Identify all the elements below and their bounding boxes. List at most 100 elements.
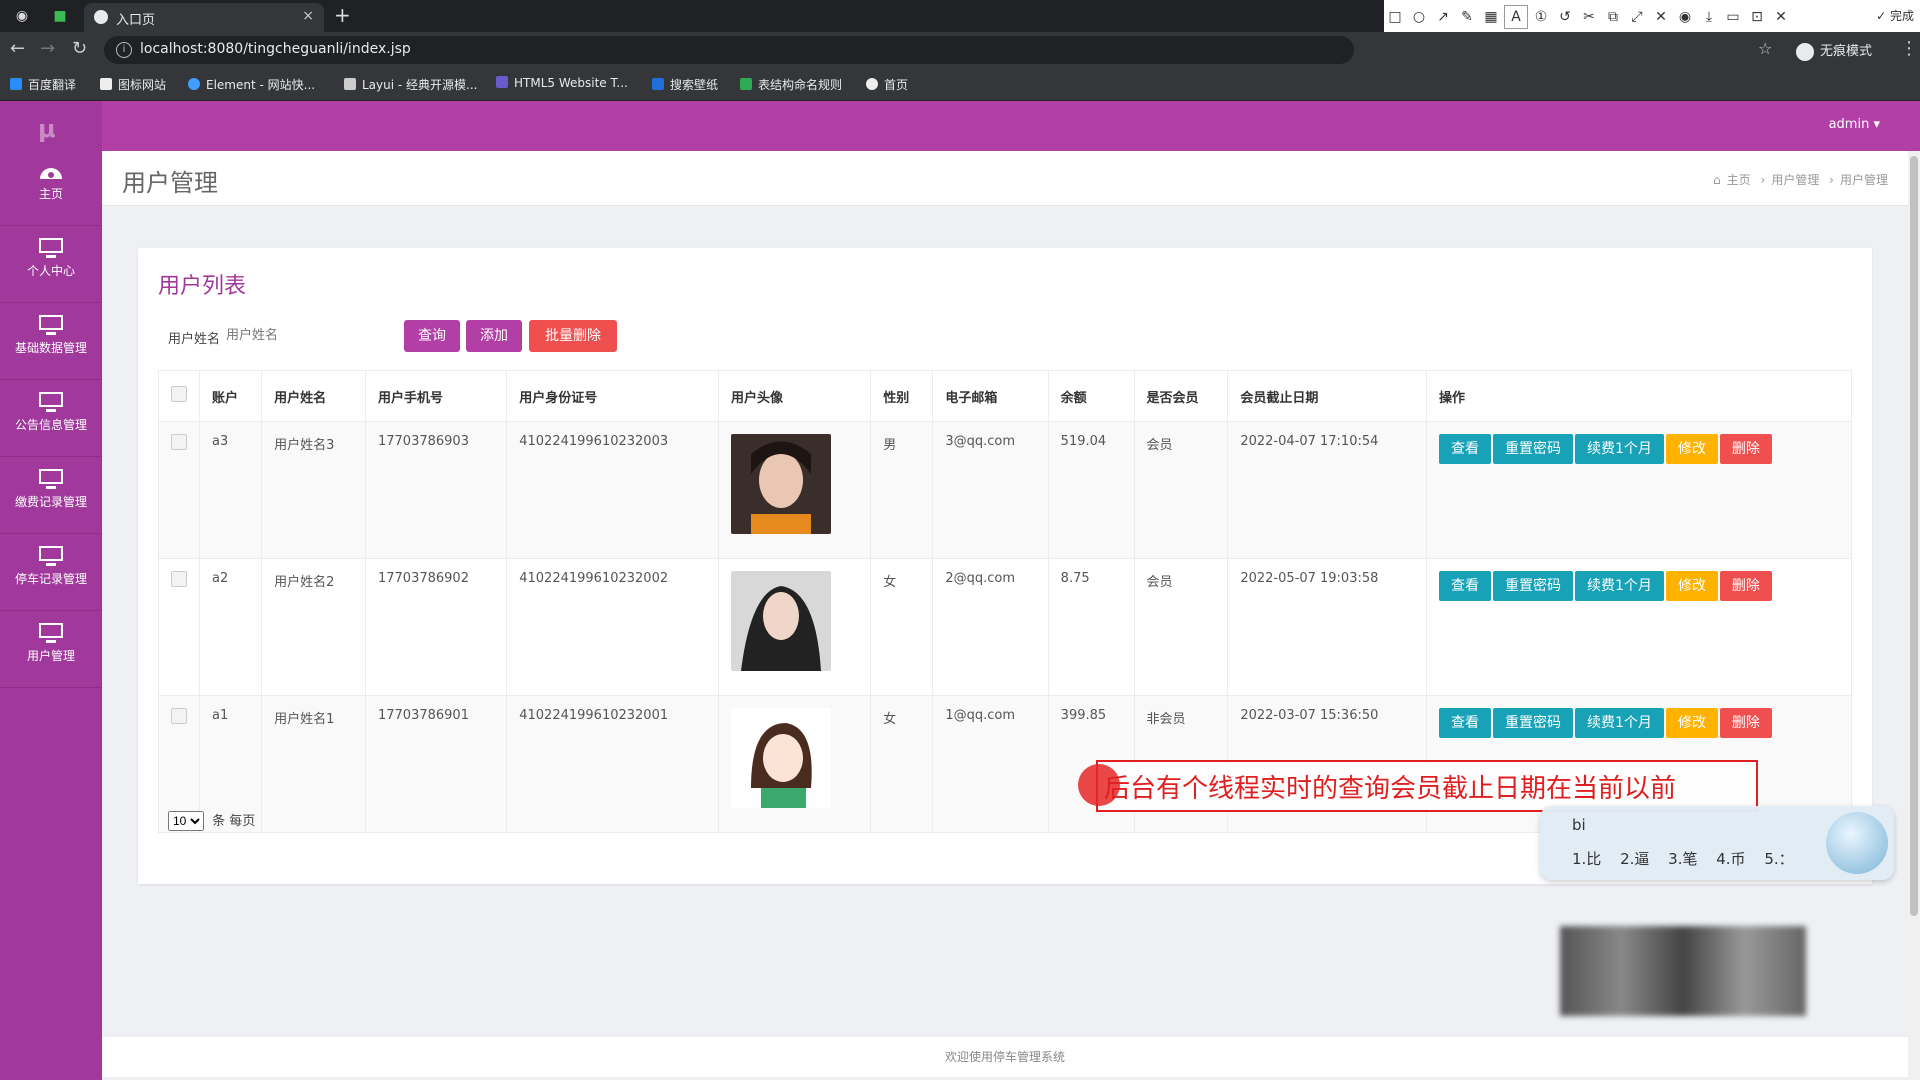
delete-button[interactable]: 删除 bbox=[1719, 434, 1772, 464]
view-button[interactable]: 查看 bbox=[1439, 708, 1491, 738]
bookmark-icon[interactable]: ⊡ bbox=[1746, 6, 1768, 28]
chevron-right-icon: › bbox=[1760, 173, 1766, 187]
sidebar-item-users[interactable]: 用户管理 bbox=[0, 611, 102, 688]
page-header: 用户管理 ⌂ 主页 › 用户管理 › 用户管理 bbox=[102, 151, 1908, 206]
user-avatar-image bbox=[731, 708, 832, 808]
copy-icon[interactable]: ⧉ bbox=[1602, 6, 1624, 28]
bookmark-item[interactable]: Layui - 经典开源模... bbox=[344, 76, 477, 93]
view-button[interactable]: 查看 bbox=[1439, 571, 1491, 601]
bookmark-item[interactable]: 搜索壁纸 bbox=[652, 76, 718, 93]
reset-password-button[interactable]: 重置密码 bbox=[1493, 434, 1573, 464]
ellipse-tool-icon[interactable]: ○ bbox=[1408, 6, 1430, 28]
bookmark-item[interactable]: HTML5 Website T... bbox=[496, 76, 628, 90]
chevron-right-icon: › bbox=[1829, 173, 1834, 187]
table-header-row: 账户 用户姓名 用户手机号 用户身份证号 用户头像 性别 电子邮箱 余额 是否会… bbox=[158, 370, 1852, 422]
id-card-cell: 410224199610232002 bbox=[506, 558, 720, 696]
bookmark-item[interactable]: 图标网站 bbox=[100, 76, 166, 93]
bookmark-star-icon[interactable]: ☆ bbox=[1758, 39, 1772, 58]
browser-menu-icon[interactable]: ◉ bbox=[12, 6, 32, 26]
edit-button[interactable]: 修改 bbox=[1665, 708, 1718, 738]
download-icon[interactable]: ⤓ bbox=[1698, 6, 1720, 28]
back-icon[interactable]: ← bbox=[10, 38, 25, 59]
email-cell: 3@qq.com bbox=[932, 421, 1049, 559]
bookmark-label: HTML5 Website T... bbox=[514, 76, 628, 90]
renew-button[interactable]: 续费1个月 bbox=[1575, 708, 1664, 738]
bookmark-item[interactable]: Element - 网站快... bbox=[188, 76, 315, 93]
delete-button[interactable]: 删除 bbox=[1719, 708, 1772, 738]
ime-candidates[interactable]: 1.比 2.逼 3.笔 4.币 5.： bbox=[1572, 848, 1794, 869]
top-bar: admin ▾ bbox=[102, 101, 1920, 151]
rectangle-tool-icon[interactable]: □ bbox=[1384, 6, 1406, 28]
bookmark-label: 首页 bbox=[884, 78, 909, 92]
cancel-icon[interactable]: ✕ bbox=[1770, 6, 1792, 28]
renew-button[interactable]: 续费1个月 bbox=[1575, 571, 1664, 601]
site-info-icon[interactable]: i bbox=[116, 42, 132, 58]
balance-cell: 8.75 bbox=[1047, 558, 1135, 696]
tab-close-icon[interactable]: × bbox=[302, 8, 314, 24]
email-cell: 2@qq.com bbox=[932, 558, 1049, 696]
name-search-input[interactable] bbox=[220, 320, 358, 350]
column-header: 余额 bbox=[1047, 370, 1135, 422]
scrollbar-thumb[interactable] bbox=[1910, 156, 1918, 916]
card-title: 用户列表 bbox=[158, 274, 247, 299]
sidebar-item-parking-records[interactable]: 停车记录管理 bbox=[0, 534, 102, 611]
pen-tool-icon[interactable]: ✎ bbox=[1456, 6, 1478, 28]
add-button[interactable]: 添加 bbox=[466, 320, 522, 352]
record-icon[interactable]: ◉ bbox=[1674, 6, 1696, 28]
undo-icon[interactable]: ↺ bbox=[1554, 6, 1576, 28]
text-tool-icon[interactable]: A bbox=[1504, 5, 1528, 29]
sidebar-item-payments[interactable]: 缴费记录管理 bbox=[0, 457, 102, 534]
column-header: 性别 bbox=[870, 370, 934, 422]
bookmark-item[interactable]: 表结构命名规则 bbox=[740, 76, 842, 93]
incognito-indicator[interactable]: 无痕模式 bbox=[1796, 40, 1872, 61]
crop-icon[interactable]: ✂ bbox=[1578, 6, 1600, 28]
sidebar-item-home[interactable]: 主页 bbox=[0, 149, 102, 226]
new-tab-button[interactable]: + bbox=[334, 3, 351, 27]
reset-password-button[interactable]: 重置密码 bbox=[1493, 708, 1573, 738]
arrow-tool-icon[interactable]: ↗ bbox=[1432, 6, 1454, 28]
gender-cell: 男 bbox=[870, 421, 934, 559]
mosaic-tool-icon[interactable]: ▦ bbox=[1480, 6, 1502, 28]
breadcrumb-home[interactable]: 主页 bbox=[1727, 173, 1751, 187]
done-button[interactable]: ✓ 完成 bbox=[1876, 7, 1914, 24]
browser-tab[interactable]: 入口页 × bbox=[84, 3, 324, 32]
expand-icon[interactable]: ⤢ bbox=[1626, 6, 1648, 28]
url-field[interactable]: i localhost:8080/tingcheguanli/index.jsp bbox=[104, 36, 1354, 64]
delete-button[interactable]: 删除 bbox=[1719, 571, 1772, 601]
forward-icon[interactable]: → bbox=[40, 38, 55, 59]
annotation-toolbar: □ ○ ↗ ✎ ▦ A ① ↺ ✂ ⧉ ⤢ ✕ ◉ ⤓ ▭ ⊡ ✕ ✓ 完成 bbox=[1384, 0, 1920, 32]
sidebar-item-personal[interactable]: 个人中心 bbox=[0, 226, 102, 303]
row-checkbox[interactable] bbox=[171, 571, 187, 587]
renew-button[interactable]: 续费1个月 bbox=[1575, 434, 1664, 464]
sidebar-item-label: 主页 bbox=[38, 187, 63, 201]
select-all-checkbox[interactable] bbox=[171, 386, 187, 402]
email-cell: 1@qq.com bbox=[932, 695, 1049, 833]
edit-button[interactable]: 修改 bbox=[1665, 571, 1718, 601]
pinned-tab-icon[interactable]: ■ bbox=[50, 6, 70, 26]
view-button[interactable]: 查看 bbox=[1439, 434, 1491, 464]
footer: 欢迎使用停车管理系统 bbox=[102, 1036, 1908, 1077]
sidebar-item-notices[interactable]: 公告信息管理 bbox=[0, 380, 102, 457]
row-checkbox[interactable] bbox=[171, 434, 187, 450]
bookmark-item[interactable]: 百度翻译 bbox=[10, 76, 76, 93]
sidebar-item-basic-data[interactable]: 基础数据管理 bbox=[0, 303, 102, 380]
reload-icon[interactable]: ↻ bbox=[72, 38, 87, 59]
row-checkbox[interactable] bbox=[171, 708, 187, 724]
number-tool-icon[interactable]: ① bbox=[1530, 6, 1552, 28]
query-button[interactable]: 查询 bbox=[404, 320, 460, 352]
reset-password-button[interactable]: 重置密码 bbox=[1493, 571, 1573, 601]
pin-icon[interactable]: ✕ bbox=[1650, 6, 1672, 28]
expire-date-cell: 2022-04-07 17:10:54 bbox=[1227, 421, 1427, 559]
caret-down-icon: ▾ bbox=[1873, 117, 1880, 132]
batch-delete-button[interactable]: 批量删除 bbox=[529, 320, 617, 352]
page-title: 用户管理 bbox=[122, 169, 218, 197]
browser-menu-dots-icon[interactable]: ⋮ bbox=[1900, 38, 1918, 59]
breadcrumb-item[interactable]: 用户管理 bbox=[1771, 173, 1819, 187]
save-icon[interactable]: ▭ bbox=[1722, 6, 1744, 28]
bookmark-item[interactable]: 首页 bbox=[866, 76, 908, 93]
blurred-region bbox=[1560, 926, 1806, 1016]
admin-menu[interactable]: admin ▾ bbox=[1829, 117, 1880, 132]
ime-composition: bi bbox=[1572, 816, 1586, 834]
page-size-select[interactable]: 10 bbox=[168, 811, 204, 831]
edit-button[interactable]: 修改 bbox=[1665, 434, 1718, 464]
